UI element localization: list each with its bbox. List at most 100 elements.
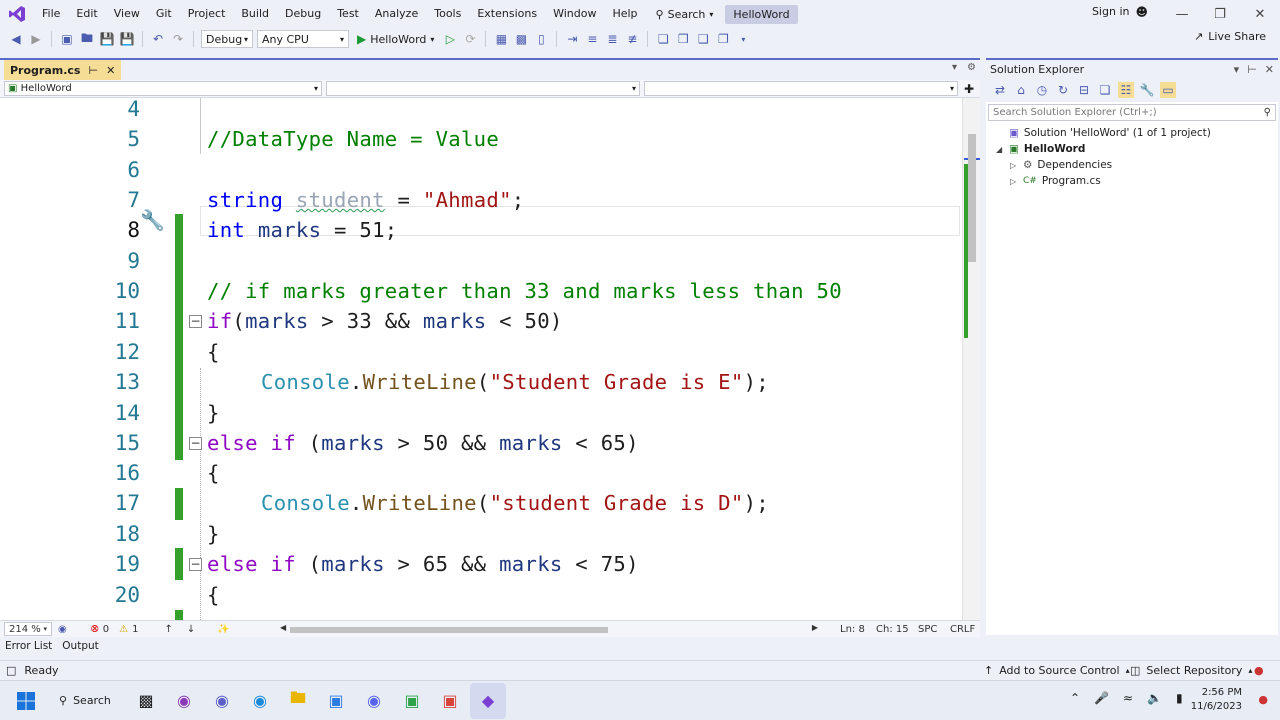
start-without-debugging-icon[interactable]: ▷ — [442, 31, 458, 47]
sync-icon[interactable]: ↻ — [1055, 82, 1071, 98]
switch-views-icon[interactable]: ⇄ — [992, 82, 1008, 98]
add-source-control-button[interactable]: ↑ Add to Source Control ▴ — [984, 664, 1130, 677]
bookmark-icon[interactable]: ❏ — [655, 31, 671, 47]
tab-program-cs[interactable]: Program.cs ⊢ ✕ — [4, 60, 122, 80]
camtasia-red-icon[interactable]: ▣ — [432, 683, 468, 719]
search-button[interactable]: ⚲ Search ▾ — [650, 3, 720, 25]
save-all-icon[interactable]: 💾 — [119, 31, 135, 47]
toggle-icon[interactable]: ▯ — [533, 31, 549, 47]
tree-item-program-cs[interactable]: ▷ C# Program.cs — [996, 173, 1278, 189]
notification-center-icon[interactable]: ● — [1258, 693, 1268, 706]
step-icon[interactable]: ⇥ — [564, 31, 580, 47]
zoom-select[interactable]: 214 % ▾ — [4, 622, 52, 636]
scroll-thumb[interactable] — [968, 134, 976, 262]
clock[interactable]: 2:56 PM 11/6/2023 — [1191, 686, 1242, 714]
tab-output[interactable]: Output — [57, 640, 103, 652]
code-cleanup-icon[interactable]: ✨ — [217, 624, 229, 635]
chevron-up-icon[interactable]: ⌃ — [1070, 691, 1080, 705]
bookmark-next-icon[interactable]: ❑ — [695, 31, 711, 47]
prev-issue-icon[interactable]: ↑ — [164, 624, 172, 635]
battery-icon[interactable]: ▮ — [1176, 691, 1183, 705]
tab-list-icon[interactable]: ▾ — [952, 62, 957, 73]
error-count[interactable]: ⮿ 0 — [91, 624, 109, 635]
expanded-arrow-icon[interactable]: ◢ — [996, 145, 1004, 154]
tree-item-solution[interactable]: ▣ Solution 'HelloWord' (1 of 1 project) — [996, 125, 1278, 141]
platform-select[interactable]: Any CPU ▾ — [257, 30, 349, 48]
taskbar-search-box[interactable]: ⚲ Search — [51, 687, 127, 715]
solution-search-input[interactable]: Search Solution Explorer (Ctrl+;) ⚲ — [988, 104, 1276, 121]
select-repository-button[interactable]: ◫ Select Repository ▴ — [1130, 664, 1252, 677]
collapse-icon[interactable]: − — [189, 557, 202, 571]
teams-chat-icon[interactable]: ◉ — [204, 683, 240, 719]
collapse-all-icon[interactable]: ⊟ — [1076, 82, 1092, 98]
menu-debug[interactable]: Debug — [277, 0, 329, 28]
volume-icon[interactable]: 🔈 — [1147, 691, 1162, 705]
live-share-button[interactable]: ↗ Live Share — [1194, 30, 1266, 43]
pin-icon[interactable]: ⊢ — [88, 64, 98, 77]
menu-build[interactable]: Build — [233, 0, 277, 28]
settings-icon[interactable]: ⚙ — [967, 62, 976, 73]
close-icon[interactable]: ✕ — [106, 64, 115, 77]
scroll-left-icon[interactable]: ◀ — [280, 623, 286, 632]
collapse-icon[interactable]: − — [189, 314, 202, 328]
menu-view[interactable]: View — [106, 0, 148, 28]
type-nav-select[interactable]: ▾ — [326, 81, 640, 96]
comment-icon[interactable]: ≣ — [604, 31, 620, 47]
visual-studio-logo-icon[interactable] — [0, 0, 34, 28]
project-nav-select[interactable]: ▣ HelloWord ▾ — [4, 81, 322, 96]
pin-icon[interactable]: ⊢ — [1247, 63, 1257, 76]
discord-icon[interactable]: ◉ — [356, 683, 392, 719]
preview-icon[interactable]: ☷ — [1118, 82, 1134, 98]
menu-git[interactable]: Git — [148, 0, 180, 28]
horizontal-scrollbar[interactable]: ◀ ▶ — [280, 621, 818, 637]
microphone-icon[interactable]: 🎤 — [1094, 691, 1109, 705]
configuration-select[interactable]: Debug ▾ — [201, 30, 253, 48]
camtasia-green-icon[interactable]: ▣ — [394, 683, 430, 719]
bookmark-prev-icon[interactable]: ❒ — [675, 31, 691, 47]
menu-window[interactable]: Window — [545, 0, 604, 28]
signin-button[interactable]: Sign in ☻ — [1092, 0, 1148, 24]
vertical-scrollbar[interactable] — [962, 98, 980, 620]
collapsed-arrow-icon[interactable]: ▷ — [1010, 161, 1018, 170]
close-window-button[interactable]: ✕ — [1240, 0, 1280, 28]
menu-project[interactable]: Project — [180, 0, 234, 28]
next-issue-icon[interactable]: ↓ — [187, 624, 195, 635]
collapsed-arrow-icon[interactable]: ▷ — [1010, 177, 1018, 186]
indent-indicator[interactable]: SPC — [918, 624, 937, 635]
maximize-button[interactable]: ❐ — [1200, 0, 1240, 28]
code-area[interactable]: 🔧 4 5 //DataType Name = Value 6 7 string… — [0, 98, 962, 620]
window-menu-icon[interactable]: ▾ — [1234, 63, 1240, 76]
menu-file[interactable]: File — [34, 0, 68, 28]
collapse-icon[interactable]: − — [189, 436, 202, 450]
redo-icon[interactable]: ↷ — [170, 31, 186, 47]
line-indicator[interactable]: Ln: 8 — [840, 624, 865, 635]
back-icon[interactable]: ◀ — [8, 31, 24, 47]
uncomment-icon[interactable]: ≢ — [624, 31, 640, 47]
show-all-files-icon[interactable]: ❏ — [1097, 82, 1113, 98]
column-indicator[interactable]: Ch: 15 — [876, 624, 909, 635]
minimize-button[interactable]: — — [1162, 0, 1202, 28]
close-icon[interactable]: ✕ — [1265, 63, 1274, 76]
forward-icon[interactable]: ▶ — [28, 31, 44, 47]
scroll-thumb[interactable] — [290, 627, 608, 633]
start-debugging-button[interactable]: ▶ HelloWord ▾ — [353, 32, 438, 46]
preview-selected-icon[interactable]: ▭ — [1160, 82, 1176, 98]
menu-edit[interactable]: Edit — [68, 0, 105, 28]
bookmark-clear-icon[interactable]: ❐ — [715, 31, 731, 47]
menu-test[interactable]: Test — [329, 0, 367, 28]
menu-tools[interactable]: Tools — [426, 0, 469, 28]
scroll-right-icon[interactable]: ▶ — [812, 623, 818, 632]
pending-changes-icon[interactable]: ◷ — [1034, 82, 1050, 98]
file-explorer-icon[interactable]: 🖿 — [280, 683, 316, 719]
toolbar-overflow-icon[interactable]: ▾ — [735, 31, 751, 47]
format-icon[interactable]: ≡ — [584, 31, 600, 47]
tree-item-project[interactable]: ◢ ▣ HelloWord — [996, 141, 1278, 157]
save-icon[interactable]: 💾 — [99, 31, 115, 47]
hot-reload-icon[interactable]: ⟳ — [462, 31, 478, 47]
copilot-icon[interactable]: ◉ — [58, 624, 67, 635]
split-icon[interactable]: ✚ — [964, 82, 974, 96]
properties-icon[interactable]: 🔧 — [1139, 82, 1155, 98]
feedback-icon[interactable]: ☻ — [1135, 0, 1148, 24]
open-folder-icon[interactable]: 🖿 — [79, 31, 95, 47]
task-view-icon[interactable]: ▩ — [128, 683, 164, 719]
